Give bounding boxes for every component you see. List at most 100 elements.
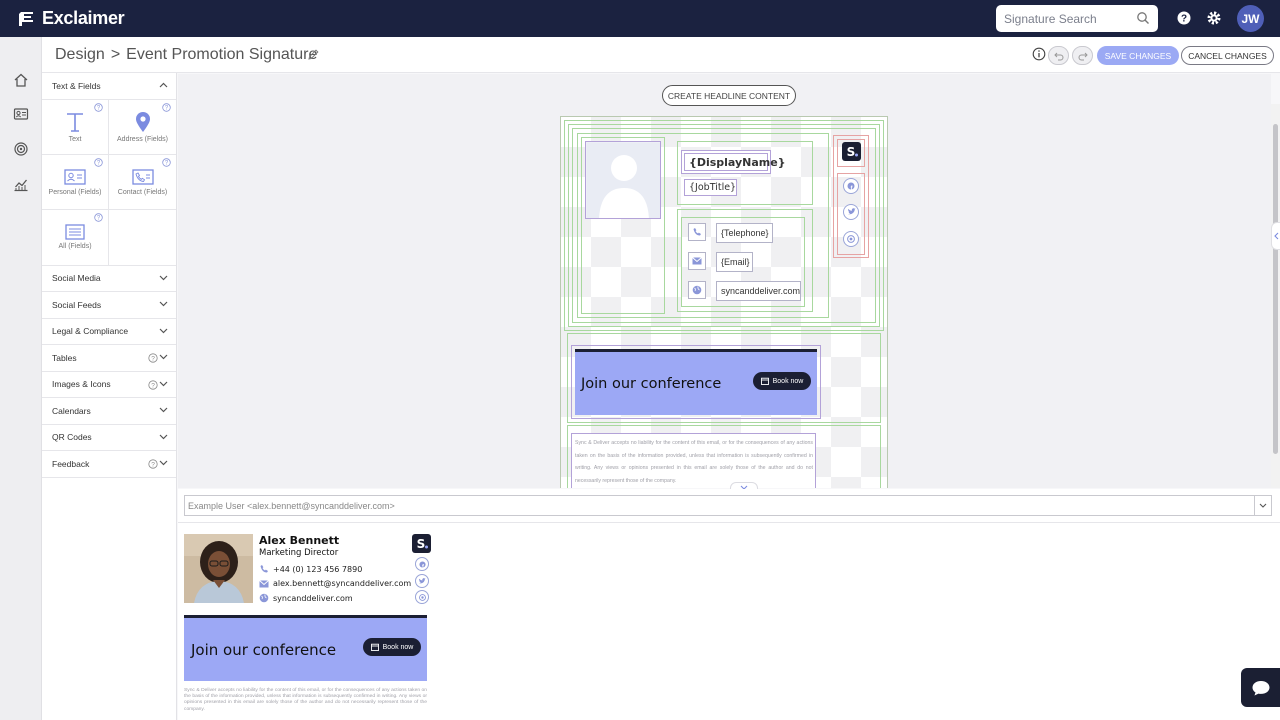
design-canvas: CREATE HEADLINE CONTENT {DisplayName} {J… <box>178 74 1271 488</box>
section-text-fields[interactable]: Text & Fields <box>42 73 176 100</box>
canvas-scrollbar[interactable] <box>1271 104 1280 488</box>
section-social-feeds[interactable]: Social Feeds <box>42 292 176 319</box>
job-title-field[interactable]: {JobTitle} <box>684 179 737 196</box>
whatsapp-icon[interactable] <box>843 231 859 247</box>
analytics-icon[interactable] <box>13 176 29 192</box>
target-icon[interactable] <box>13 141 29 157</box>
help-icon[interactable]: ? <box>148 459 158 469</box>
section-label: Images & Icons <box>52 379 111 390</box>
tile-contact-fields[interactable]: ? Contact (Fields) <box>109 155 176 210</box>
create-headline-content-button[interactable]: CREATE HEADLINE CONTENT <box>662 85 796 106</box>
calendar-icon <box>370 643 379 651</box>
book-now-label: Book now <box>772 377 804 385</box>
help-icon[interactable]: ? <box>1176 10 1192 26</box>
preview-website-line: syncanddeliver.com <box>259 593 353 603</box>
preview-user-select[interactable]: Example User <alex.bennett@syncanddelive… <box>184 495 1272 516</box>
email-icon-cell[interactable] <box>688 252 706 270</box>
svg-text:?: ? <box>1181 14 1187 25</box>
book-now-button[interactable]: Book now <box>753 372 811 390</box>
section-legal-compliance[interactable]: Legal & Compliance <box>42 319 176 345</box>
pencil-icon[interactable] <box>307 48 320 61</box>
section-label: Social Feeds <box>52 299 102 310</box>
preview-twitter-icon[interactable] <box>415 574 429 588</box>
user-avatar[interactable]: JW <box>1237 5 1264 32</box>
help-icon[interactable]: ? <box>94 212 103 222</box>
email-field[interactable]: {Email} <box>716 252 753 272</box>
list-icon <box>65 224 85 240</box>
twitter-icon[interactable] <box>843 204 859 220</box>
chat-support-button[interactable] <box>1241 668 1280 707</box>
tile-label: Address (Fields) <box>117 135 168 143</box>
preview-conference-banner[interactable]: Join our conference Book now <box>184 615 427 681</box>
facebook-icon[interactable] <box>843 178 859 194</box>
breadcrumb: Design > Event Promotion Signature <box>55 46 317 64</box>
redo-button[interactable] <box>1072 46 1093 65</box>
help-icon[interactable]: ? <box>148 379 158 390</box>
preview-company-logo: S <box>412 534 431 553</box>
tile-label: Personal (Fields) <box>48 188 102 196</box>
svg-text:?: ? <box>151 355 155 362</box>
save-changes-button[interactable]: SAVE CHANGES <box>1097 46 1179 65</box>
chevron-down-icon <box>159 434 168 439</box>
telephone-field[interactable]: {Telephone} <box>716 223 773 243</box>
section-images-icons[interactable]: Images & Icons? <box>42 372 176 398</box>
section-feedback[interactable]: Feedback? <box>42 451 176 478</box>
photo-placeholder[interactable] <box>585 141 661 219</box>
twitter-glyph <box>418 577 426 583</box>
page-title: Event Promotion Signature <box>126 46 318 63</box>
help-icon[interactable]: ? <box>94 157 103 167</box>
undo-button[interactable] <box>1048 46 1069 65</box>
info-icon[interactable] <box>1032 47 1046 61</box>
section-calendars[interactable]: Calendars <box>42 398 176 425</box>
signature-preview: Alex Bennett Marketing Director +44 (0) … <box>178 523 1280 720</box>
help-icon[interactable]: ? <box>162 102 171 112</box>
contact-card-icon <box>131 168 154 185</box>
chevron-down-icon <box>159 354 168 360</box>
display-name-field[interactable]: {DisplayName} <box>684 153 786 171</box>
legal-disclaimer: Sync & Deliver accepts no liability for … <box>575 440 813 484</box>
chevron-down-icon <box>159 275 168 280</box>
banner-title: Join our conference <box>581 375 722 392</box>
preview-email[interactable]: alex.bennett@syncanddeliver.com <box>273 579 411 588</box>
dropdown-toggle[interactable] <box>1254 496 1271 515</box>
preview-banner-title: Join our conference <box>191 640 337 659</box>
section-tables[interactable]: Tables? <box>42 345 176 372</box>
preview-whatsapp-icon[interactable] <box>415 590 429 604</box>
web-icon-cell[interactable] <box>688 281 706 299</box>
website-field[interactable]: syncanddeliver.com <box>716 281 801 301</box>
preview-facebook-icon[interactable] <box>415 557 429 571</box>
section-social-media[interactable]: Social Media <box>42 266 176 292</box>
conference-banner[interactable]: Join our conference Book now <box>575 349 817 415</box>
scrollbar-thumb[interactable] <box>1273 124 1278 454</box>
help-icon[interactable]: ? <box>162 157 171 167</box>
tile-personal-fields[interactable]: ? Personal (Fields) <box>42 154 109 210</box>
home-icon[interactable] <box>13 72 29 88</box>
contact-card-icon[interactable] <box>13 106 29 122</box>
section-qr-codes[interactable]: QR Codes <box>42 425 176 451</box>
collapse-right-panel-button[interactable] <box>1271 222 1280 250</box>
search-icon[interactable] <box>1136 11 1150 25</box>
preview-phone: +44 (0) 123 456 7890 <box>273 564 363 574</box>
breadcrumb-design[interactable]: Design <box>55 46 105 63</box>
brand-logo[interactable]: Exclaimer <box>16 8 125 29</box>
tile-address-fields[interactable]: ? Address (Fields) <box>109 100 176 155</box>
tile-empty <box>109 210 176 265</box>
selected-user: Example User <alex.bennett@syncanddelive… <box>188 500 395 511</box>
undo-icon <box>1053 52 1063 60</box>
section-label: Legal & Compliance <box>52 326 129 337</box>
tile-text[interactable]: ? Text <box>42 99 109 155</box>
preview-email-line: alex.bennett@syncanddeliver.com <box>259 579 411 588</box>
signature-search[interactable] <box>996 5 1158 32</box>
cancel-changes-button[interactable]: CANCEL CHANGES <box>1181 46 1274 65</box>
company-logo[interactable]: S <box>842 142 861 161</box>
gear-icon[interactable] <box>1206 10 1222 26</box>
preview-website[interactable]: syncanddeliver.com <box>273 594 353 603</box>
phone-icon-cell[interactable] <box>688 223 706 241</box>
search-input[interactable] <box>1004 11 1129 26</box>
person-placeholder-icon <box>587 143 660 218</box>
help-icon[interactable]: ? <box>148 353 158 363</box>
tile-all-fields[interactable]: ? All (Fields) <box>42 209 109 265</box>
preview-book-now-button[interactable]: Book now <box>363 638 421 656</box>
help-icon[interactable]: ? <box>94 102 103 112</box>
preview-phone-line: +44 (0) 123 456 7890 <box>259 564 362 574</box>
